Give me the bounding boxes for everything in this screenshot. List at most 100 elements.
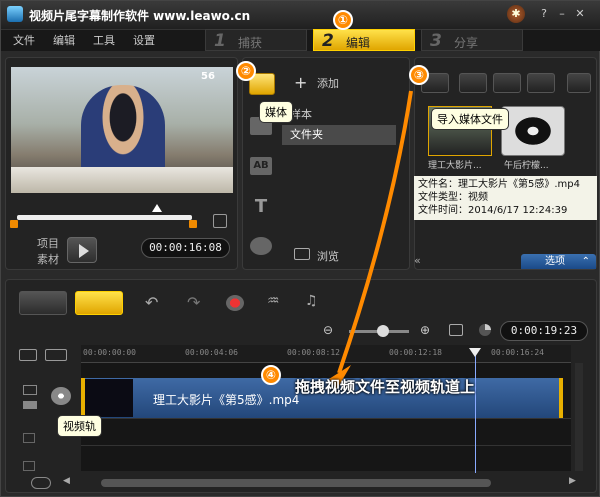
step-badge-4: ④: [261, 365, 281, 385]
browse-icon[interactable]: [294, 248, 310, 260]
video-track-icon[interactable]: [51, 387, 71, 405]
preview-screen: 56: [11, 67, 233, 193]
menu-tools[interactable]: 工具: [93, 32, 115, 48]
track-visibility-icon[interactable]: [23, 401, 37, 409]
title-icon[interactable]: T: [252, 197, 270, 217]
auto-music-icon[interactable]: ♫: [305, 293, 318, 309]
step-label: 捕获: [238, 36, 263, 50]
media-thumb-video-label: 理工大影片...: [428, 161, 482, 171]
step-number: 2: [322, 31, 334, 51]
mark-in-handle[interactable]: [10, 220, 18, 228]
media-thumb-audio[interactable]: [501, 106, 565, 156]
step-number: 3: [430, 31, 442, 51]
file-type-line: 文件类型：视频: [418, 192, 488, 203]
overlay-track-lock-icon[interactable]: [23, 433, 35, 443]
snapshot-icon[interactable]: [213, 214, 227, 228]
timeline-vertical-scrollbar[interactable]: [575, 363, 583, 471]
library-item-sample[interactable]: 样本: [282, 105, 396, 125]
track-toggle-icon[interactable]: [23, 385, 37, 395]
library-item-folder[interactable]: 文件夹: [282, 125, 396, 145]
step-label: 编辑: [346, 36, 371, 50]
window-title: 视频片尾字幕制作软件 www.leawo.cn: [29, 9, 251, 23]
step-badge-3: ③: [409, 65, 429, 85]
mark-out-handle[interactable]: [189, 220, 197, 228]
clip-thumbnail: [85, 379, 133, 417]
add-icon[interactable]: +: [294, 73, 307, 92]
clip-name: 理工大影片《第5感》.mp4: [153, 393, 300, 407]
menu-edit[interactable]: 编辑: [53, 32, 75, 48]
app-window: 视频片尾字幕制作软件 www.leawo.cn ✱ ? – ✕ 文件 编辑 工具…: [0, 0, 600, 497]
step-capture-tab[interactable]: 1 捕获: [205, 29, 307, 51]
ruler-tick-label: 00:00:12:18: [389, 348, 442, 357]
help-icon[interactable]: ?: [537, 7, 551, 21]
timeline-view-button[interactable]: [75, 291, 123, 315]
ruler-tick-label: 00:00:04:06: [185, 348, 238, 357]
file-time-line: 文件时间：2014/6/17 12:24:39: [418, 205, 568, 216]
zoom-slider-thumb[interactable]: [377, 325, 389, 337]
step-badge-2: ②: [236, 61, 256, 81]
settings-gear-icon[interactable]: ✱: [507, 5, 525, 23]
video-watermark: 56: [201, 71, 215, 82]
video-filter-button[interactable]: [459, 73, 487, 93]
duration-icon[interactable]: [479, 324, 491, 336]
clip-mode-label[interactable]: 素材: [37, 251, 59, 267]
playhead-line[interactable]: [475, 351, 476, 473]
media-thumb-audio-label: 午后柠檬...: [504, 161, 549, 171]
video-frame-desk: [11, 167, 233, 193]
undo-icon[interactable]: ↶: [145, 293, 158, 312]
media-tooltip: 媒体: [259, 101, 293, 123]
ruler-tick-label: 00:00:00:00: [83, 348, 136, 357]
play-button[interactable]: [67, 237, 97, 263]
step-label: 分享: [454, 36, 479, 50]
track-divider: [81, 418, 571, 419]
step-share-tab[interactable]: 3 分享: [421, 29, 523, 51]
title-track-lock-icon[interactable]: [23, 461, 35, 471]
preview-timecode[interactable]: 00:00:16:08: [141, 238, 230, 258]
ruler-tick-label: 00:00:08:12: [287, 348, 340, 357]
fit-project-icon[interactable]: [449, 324, 463, 336]
menu-file[interactable]: 文件: [13, 32, 35, 48]
scroll-right-icon[interactable]: ▶: [569, 476, 576, 486]
audio-filter-button[interactable]: [527, 73, 555, 93]
redo-icon[interactable]: ↷: [187, 293, 200, 312]
project-mode-label[interactable]: 项目: [37, 235, 59, 251]
close-icon[interactable]: ✕: [573, 7, 587, 21]
timeline-scrollbar[interactable]: [101, 479, 491, 487]
scroll-left-icon[interactable]: ◀: [63, 476, 70, 486]
step-number: 1: [214, 31, 226, 51]
step-edit-tab[interactable]: 2 编辑: [313, 29, 415, 51]
audio-mixer-icon[interactable]: ♒: [267, 293, 280, 309]
file-info-tooltip: 文件名：理工大影片《第5感》.mp4 文件类型：视频 文件时间：2014/6/1…: [414, 176, 597, 220]
app-logo-icon: [7, 6, 23, 22]
options-button[interactable]: 选项 ⌃: [521, 254, 596, 269]
menu-settings[interactable]: 设置: [133, 32, 155, 48]
minimize-icon[interactable]: –: [555, 7, 569, 21]
track-divider: [81, 445, 571, 446]
collapse-left-icon[interactable]: «: [414, 254, 428, 268]
timeline-timecode[interactable]: 0:00:19:23: [500, 321, 588, 341]
add-label[interactable]: 添加: [317, 75, 339, 91]
zoom-out-icon[interactable]: ⊖: [323, 323, 333, 337]
add-track-button[interactable]: [31, 477, 51, 489]
video-track-tooltip: 视频轨: [57, 415, 102, 437]
scrub-handle[interactable]: [152, 204, 162, 212]
playhead-handle[interactable]: [469, 348, 481, 357]
storyboard-view-button[interactable]: [19, 291, 67, 315]
title-text-icon[interactable]: AB: [250, 157, 272, 175]
chevron-up-icon: ⌃: [581, 256, 590, 267]
track-manager-icon[interactable]: [19, 349, 37, 361]
effects-icon[interactable]: [250, 237, 272, 255]
zoom-in-icon[interactable]: ⊕: [420, 323, 430, 337]
ruler-tick-label: 00:00:16:24: [491, 348, 544, 357]
scrub-bar[interactable]: [17, 215, 192, 220]
image-filter-button[interactable]: [493, 73, 521, 93]
drag-instruction-callout: 拖拽视频文件至视频轨道上: [295, 378, 476, 396]
view-mode-button[interactable]: [567, 73, 591, 93]
video-track-header: [15, 381, 77, 417]
import-media-tooltip: 导入媒体文件: [431, 108, 509, 130]
file-name-line: 文件名：理工大影片《第5感》.mp4: [418, 179, 580, 190]
chapter-icon[interactable]: [45, 349, 67, 361]
record-icon[interactable]: [226, 295, 244, 311]
browse-label[interactable]: 浏览: [317, 248, 339, 264]
options-label: 选项: [545, 256, 565, 267]
